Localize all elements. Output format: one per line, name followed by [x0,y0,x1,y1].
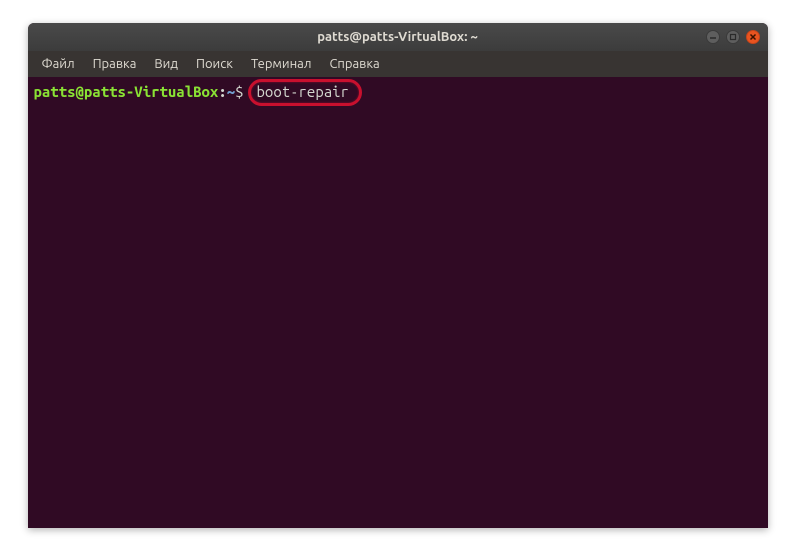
prompt-path: ~ [227,82,235,102]
prompt-colon: : [218,82,226,102]
command-highlight: boot-repair [248,79,362,106]
terminal-window: patts@patts-VirtualBox: ~ Файл Правка Ви… [28,23,768,528]
command-text: boot-repair [257,82,349,102]
menu-edit[interactable]: Правка [85,54,145,74]
prompt-user-host: patts@patts-VirtualBox [34,82,219,102]
window-title: patts@patts-VirtualBox: ~ [317,30,478,44]
menubar: Файл Правка Вид Поиск Терминал Справка [28,51,768,77]
window-controls [706,30,760,44]
minimize-icon [709,33,717,41]
menu-view[interactable]: Вид [146,54,186,74]
close-icon [749,33,757,41]
prompt-dollar: $ [235,82,243,102]
minimize-button[interactable] [706,30,720,44]
menu-help[interactable]: Справка [321,54,387,74]
titlebar[interactable]: patts@patts-VirtualBox: ~ [28,23,768,51]
maximize-icon [729,33,737,41]
prompt-line: patts@patts-VirtualBox:~$ boot-repair [34,79,762,106]
maximize-button[interactable] [726,30,740,44]
menu-file[interactable]: Файл [34,54,83,74]
terminal-body[interactable]: patts@patts-VirtualBox:~$ boot-repair [28,77,768,528]
menu-search[interactable]: Поиск [188,54,241,74]
close-button[interactable] [746,30,760,44]
menu-terminal[interactable]: Терминал [243,54,319,74]
